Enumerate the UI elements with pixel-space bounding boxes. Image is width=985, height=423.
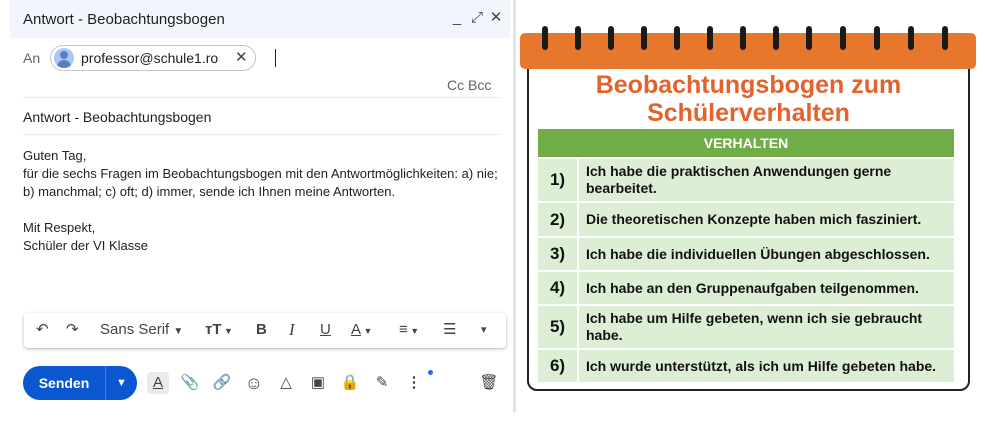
font-name: Sans Serif — [100, 321, 170, 338]
compose-window: Antwort - Beobachtungsbogen _ ⤢ ✕ An pro… — [10, 0, 510, 423]
link-icon[interactable]: 🔗 — [211, 372, 233, 394]
divider — [23, 97, 501, 98]
text-format-icon[interactable]: A — [147, 372, 169, 394]
binder-ring — [840, 26, 846, 50]
question-text-line: Ich wurde unterstützt, als ich um Hilfe … — [586, 358, 937, 374]
confidential-lock-icon[interactable]: 🔒 — [339, 372, 361, 394]
question-text: Ich wurde unterstützt, als ich um Hilfe … — [586, 358, 952, 375]
question-row: 4) Ich habe an den Gruppenaufgaben teilge… — [538, 272, 954, 304]
photo-icon[interactable]: ▣ — [307, 372, 329, 394]
body-line: b) manchmal; c) oft; d) immer, sende ich… — [23, 184, 396, 199]
sheet-title-line-1: Beobachtungsbogen zum — [595, 71, 902, 99]
question-text-line: Die theoretischen Konzepte haben mich fa… — [586, 211, 922, 227]
question-text-line: Ich habe an den Gruppenaufgaben teilgeno… — [586, 280, 919, 296]
attach-icon[interactable]: 📎 — [179, 372, 201, 394]
question-number: 4) — [538, 272, 579, 304]
formatting-toolbar: ↶ ↷ Sans Serif ▼ тT ▼ B I U A ▼ ≡ ▼ ☰ ▾ — [24, 313, 506, 348]
remove-recipient-icon[interactable]: ✕ — [235, 48, 248, 66]
question-text: Ich habe um Hilfe gebeten, wenn ich sie … — [586, 310, 952, 344]
to-label: An — [23, 50, 41, 66]
question-row: 2) Die theoretischen Konzepte haben mich … — [538, 203, 954, 236]
vertical-separator — [513, 0, 516, 412]
binder-ring — [674, 26, 680, 50]
question-text: Die theoretischen Konzepte haben mich fa… — [586, 211, 952, 228]
question-number: 5) — [538, 306, 579, 348]
more-options-icon[interactable]: ⋮ — [403, 372, 425, 394]
compose-title: Antwort - Beobachtungsbogen — [23, 11, 225, 28]
text-caret — [275, 49, 276, 67]
question-text-line: Ich habe die individuellen Übungen abges… — [586, 246, 930, 262]
binder-ring — [908, 26, 914, 50]
behavior-header: VERHALTEN — [538, 129, 954, 157]
text-color-icon[interactable]: A ▼ — [351, 320, 372, 340]
body-line: Schüler der VI Klasse — [23, 238, 149, 253]
delete-icon[interactable]: 🗑 — [478, 372, 500, 394]
italic-icon[interactable]: I — [289, 320, 295, 340]
bold-icon[interactable]: B — [256, 320, 267, 340]
binder-ring — [707, 26, 713, 50]
question-text: Ich habe an den Gruppenaufgaben teilgeno… — [586, 280, 952, 297]
font-size-icon[interactable]: тT ▼ — [205, 320, 233, 340]
divider — [23, 134, 501, 135]
avatar-icon — [54, 48, 74, 68]
body-line: Guten Tag, — [23, 148, 87, 163]
drive-icon[interactable]: △ — [275, 372, 297, 394]
expand-icon[interactable]: ⤢ — [467, 8, 487, 28]
question-row: 3) Ich habe die individuellen Übungen abg… — [538, 238, 954, 270]
numbered-list-icon[interactable]: ☰ — [443, 320, 456, 340]
question-number: 2) — [538, 203, 579, 236]
close-icon[interactable]: ✕ — [486, 8, 506, 28]
minimize-icon[interactable]: _ — [447, 8, 467, 28]
question-number: 3) — [538, 238, 579, 270]
question-row: 6) Ich wurde unterstützt, als ich um Hilf… — [538, 350, 954, 382]
subject-field[interactable]: Antwort - Beobachtungsbogen — [23, 109, 211, 125]
sheet-title-line-2: Schülerverhalten — [647, 99, 850, 127]
binder-ring — [806, 26, 812, 50]
notification-dot — [428, 370, 433, 375]
send-button[interactable]: Senden — [23, 366, 105, 400]
more-formatting-icon[interactable]: ▾ — [481, 320, 487, 340]
body-line — [23, 201, 498, 219]
question-number: 1) — [538, 159, 579, 201]
signature-icon[interactable]: ✎ — [371, 372, 393, 394]
send-button-group: Senden ▼ — [23, 366, 137, 400]
align-icon[interactable]: ≡ ▼ — [399, 320, 419, 340]
send-options-icon[interactable]: ▼ — [106, 366, 137, 400]
question-text-line: habe. — [586, 327, 623, 343]
question-row: 5) Ich habe um Hilfe gebeten, wenn ich si… — [538, 306, 954, 348]
question-text: Ich habe die individuellen Übungen abges… — [586, 246, 952, 263]
binder-ring — [608, 26, 614, 50]
message-body[interactable]: Guten Tag, für die sechs Fragen im Beoba… — [23, 147, 498, 255]
binder-ring — [740, 26, 746, 50]
question-text-line: Ich habe um Hilfe gebeten, wenn ich sie … — [586, 310, 923, 326]
binder-ring — [942, 26, 948, 50]
question-row: 1) Ich habe die praktischen Anwendungen g… — [538, 159, 954, 201]
binder-ring — [773, 26, 779, 50]
body-line: Mit Respekt, — [23, 220, 96, 235]
binder-ring — [874, 26, 880, 50]
undo-icon[interactable]: ↶ — [36, 320, 49, 340]
question-text: Ich habe die praktischen Anwendungen ger… — [586, 163, 952, 197]
redo-icon[interactable]: ↷ — [66, 320, 79, 340]
recipient-chip[interactable]: professor@schule1.ro ✕ — [50, 45, 256, 71]
binder-ring — [575, 26, 581, 50]
font-select[interactable]: Sans Serif ▼ — [100, 320, 183, 340]
recipient-email: professor@schule1.ro — [81, 50, 219, 66]
question-text-line: bearbeitet. — [586, 180, 657, 196]
body-line: für die sechs Fragen im Beobachtungsboge… — [23, 166, 498, 181]
binder-ring — [641, 26, 647, 50]
emoji-icon[interactable]: ☺ — [243, 372, 265, 394]
underline-icon[interactable]: U — [320, 320, 331, 340]
question-text-line: Ich habe die praktischen Anwendungen ger… — [586, 163, 892, 179]
cc-bcc-link[interactable]: Cc Bcc — [447, 77, 491, 93]
binder-ring — [542, 26, 548, 50]
question-number: 6) — [538, 350, 579, 382]
compose-header: Antwort - Beobachtungsbogen _ ⤢ ✕ — [10, 0, 510, 38]
